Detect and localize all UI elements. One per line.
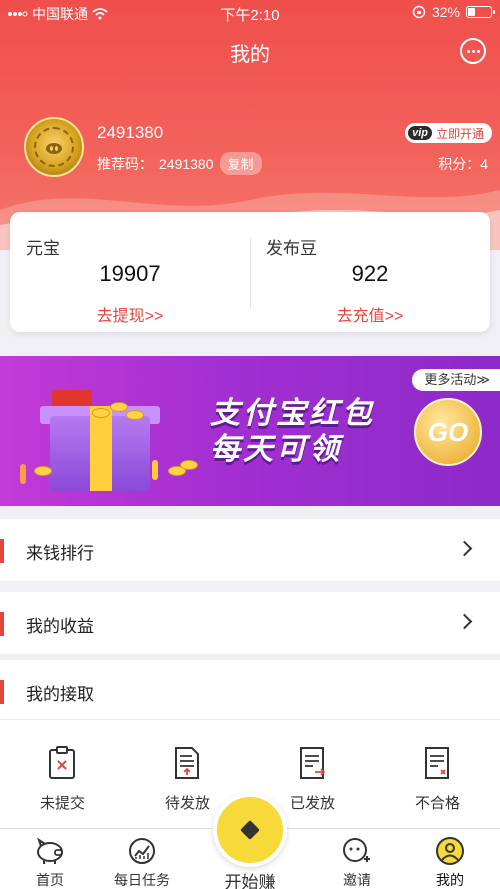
menu-item-label: 来钱排行 [26, 544, 94, 563]
banner-line-1: 支付宝红包 [210, 397, 375, 430]
tab-label: 我的 [436, 872, 464, 888]
rotation-lock-icon [412, 5, 426, 19]
referral-code-row: 推荐码： 2491380 复制 [97, 152, 262, 175]
start-earning-button[interactable] [213, 793, 287, 867]
referral-label: 推荐码： [97, 155, 153, 172]
points-label: 积分： [438, 156, 481, 172]
status-label: 不合格 [414, 795, 460, 812]
menu-item-my-earnings[interactable]: 我的收益 [0, 592, 500, 654]
withdraw-link[interactable]: 去提现>> [10, 302, 250, 326]
balance-label: 发布豆 [266, 239, 317, 258]
tab-invite[interactable]: 邀请 [307, 829, 407, 889]
copy-button[interactable]: 复制 [219, 152, 262, 175]
start-earning-label: 开始赚 [224, 873, 276, 889]
status-rejected[interactable]: 不合格 [375, 720, 500, 830]
tab-label: 邀请 [343, 872, 371, 888]
avatar[interactable] [24, 117, 84, 177]
menu-item-my-accepted[interactable]: 我的接取 [0, 660, 500, 720]
balance-yuanbao: 元宝 19907 去提现>> [10, 212, 250, 332]
more-options-button[interactable] [460, 38, 486, 64]
status-bar: 中国联通 下午2:10 32% [0, 0, 500, 26]
battery-percent: 32% [431, 4, 460, 20]
balance-value: 19907 [99, 261, 161, 286]
chevron-right-icon [456, 540, 473, 557]
go-button[interactable]: GO [414, 398, 482, 466]
figure-icon [20, 464, 26, 484]
page-title: 我的 [230, 44, 270, 66]
more-activities-button[interactable]: 更多活动≫ [412, 369, 500, 391]
battery-icon [466, 6, 495, 18]
balance-value: 922 [351, 261, 389, 286]
banner-line-2: 每天可领 [210, 433, 342, 466]
invite-icon [343, 838, 370, 862]
balance-label: 元宝 [26, 239, 60, 258]
vip-activate-button[interactable]: vip 立即开通 [405, 123, 492, 143]
points-value: 4 [480, 156, 488, 172]
status-label: 未提交 [39, 795, 85, 812]
document-sent-icon [300, 747, 326, 779]
star-icon [240, 820, 260, 840]
document-upload-icon [175, 747, 199, 779]
figure-icon [152, 460, 158, 480]
menu-item-earnings-ranking[interactable]: 来钱排行 [0, 519, 500, 581]
tab-home[interactable]: 首页 [0, 829, 100, 889]
promo-banner[interactable]: 更多活动≫ 支付宝红包 每天可领 GO [0, 356, 500, 506]
username: 2491380 [97, 123, 164, 142]
clipboard-x-icon [49, 746, 75, 779]
points: 积分：4 [438, 154, 488, 174]
balance-card: 元宝 19907 去提现>> 发布豆 922 去充值>> [10, 212, 490, 332]
tab-daily-tasks[interactable]: 每日任务 [92, 829, 192, 889]
tab-profile[interactable]: 我的 [400, 829, 500, 889]
vip-activate-label: 立即开通 [435, 126, 484, 141]
pig-icon [37, 837, 63, 864]
referral-code: 2491380 [159, 155, 214, 172]
menu-item-label: 我的接取 [26, 685, 94, 704]
status-not-submitted[interactable]: 未提交 [0, 720, 125, 830]
tab-label: 每日任务 [114, 872, 170, 888]
banner-headline: 支付宝红包 每天可领 [210, 396, 375, 468]
tab-label: 首页 [36, 872, 64, 888]
chevron-right-icon [456, 613, 473, 630]
recharge-link[interactable]: 去充值>> [250, 302, 490, 326]
chart-icon [129, 838, 155, 864]
menu-item-label: 我的收益 [26, 617, 94, 636]
vip-badge: vip [408, 126, 432, 140]
profile-icon [436, 837, 464, 865]
balance-beans: 发布豆 922 去充值>> [250, 212, 490, 332]
document-rejected-icon [425, 747, 449, 779]
